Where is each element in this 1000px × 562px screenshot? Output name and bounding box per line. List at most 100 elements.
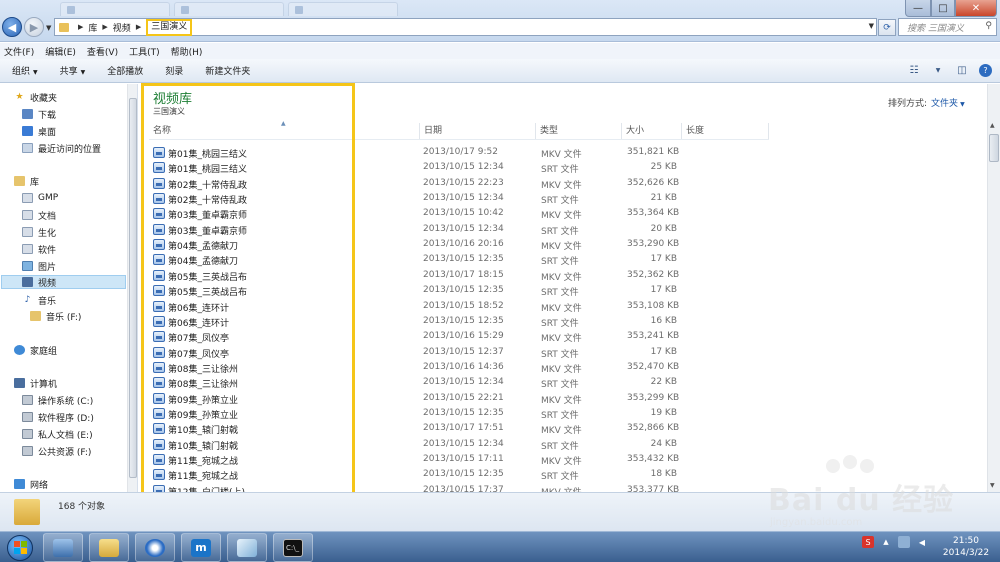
column-header-length[interactable]: 长度 [681, 123, 769, 139]
maximize-button[interactable]: □ [931, 0, 955, 17]
nav-favorites[interactable]: ★ 收藏夹 [14, 90, 57, 104]
file-row[interactable]: 第11集_宛城之战 2013/10/15 17:11 MKV 文件 353,432 K… [139, 453, 989, 468]
back-button[interactable]: ◀ [2, 17, 22, 37]
forward-button[interactable]: ▶ [24, 17, 44, 37]
navigation-scrollbar[interactable] [127, 84, 137, 492]
background-tab[interactable] [60, 2, 170, 16]
nav-recent-places[interactable]: 最近访问的位置 [22, 141, 101, 155]
file-row[interactable]: 第09集_孙策立业 2013/10/15 22:21 MKV 文件 353,299 K… [139, 392, 989, 407]
file-list-scrollbar[interactable]: ▲ ▼ [987, 84, 1000, 492]
address-bar[interactable]: ▶ 库 ▶ 视频 ▶ 三国演义 ▼ [54, 18, 877, 36]
nav-homegroup[interactable]: 家庭组 [14, 343, 57, 357]
network-status-icon[interactable] [898, 536, 910, 548]
file-row[interactable]: 第09集_孙策立业 2013/10/15 12:35 SRT 文件 19 KB [139, 407, 989, 422]
nav-drive-f[interactable]: 公共资源 (F:) [22, 444, 91, 458]
breadcrumb-arrow-icon[interactable]: ▶ [102, 23, 107, 31]
help-icon[interactable]: ? [979, 63, 992, 77]
minimize-button[interactable]: — [905, 0, 931, 17]
menu-file[interactable]: 文件(F) [4, 45, 34, 58]
nav-library-gmp[interactable]: GMP [22, 191, 58, 205]
preview-pane-icon[interactable]: ◫ [955, 63, 969, 77]
nav-drive-c[interactable]: 操作系统 (C:) [22, 393, 93, 407]
nav-library-videos[interactable]: 视频 [1, 275, 126, 289]
file-row[interactable]: 第03集_董卓霸京师 2013/10/15 12:34 SRT 文件 20 KB [139, 223, 989, 238]
nav-computer[interactable]: 计算机 [14, 376, 57, 390]
scroll-up-icon[interactable]: ▲ [990, 122, 995, 129]
file-row[interactable]: 第08集_三让徐州 2013/10/16 14:36 MKV 文件 352,470 K… [139, 361, 989, 376]
nav-drive-e[interactable]: 私人文档 (E:) [22, 427, 93, 441]
nav-downloads[interactable]: 下载 [22, 107, 56, 121]
organize-button[interactable]: 组织 ▼ [12, 64, 38, 77]
nav-drive-d[interactable]: 软件程序 (D:) [22, 410, 94, 424]
background-tab[interactable] [174, 2, 284, 16]
taskbar-app-terminal[interactable]: C:\_ [273, 533, 313, 562]
view-options-icon[interactable]: ☷ [907, 63, 921, 77]
file-row[interactable]: 第07集_凤仪亭 2013/10/15 12:37 SRT 文件 17 KB [139, 346, 989, 361]
column-header-name[interactable]: 名称 [149, 123, 419, 139]
file-row[interactable]: 第10集_辕门射戟 2013/10/15 12:34 SRT 文件 24 KB [139, 438, 989, 453]
chevron-down-icon[interactable]: ▼ [960, 101, 965, 108]
nav-music-drive[interactable]: 音乐 (F:) [30, 309, 81, 323]
file-row[interactable]: 第06集_连环计 2013/10/15 18:52 MKV 文件 353,108 KB [139, 300, 989, 315]
nav-network[interactable]: 网络 [14, 477, 48, 491]
show-hidden-icons[interactable]: ▲ [880, 536, 892, 548]
breadcrumb-video[interactable]: 视频 [113, 21, 131, 34]
file-row[interactable]: 第10集_辕门射戟 2013/10/17 17:51 MKV 文件 352,866 K… [139, 422, 989, 437]
burn-button[interactable]: 刻录 [165, 64, 183, 77]
address-dropdown-icon[interactable]: ▼ [869, 22, 874, 30]
column-header-date[interactable]: 日期 [419, 123, 535, 139]
nav-library-software[interactable]: 软件 [22, 242, 56, 256]
taskbar-app-notepad[interactable] [227, 533, 267, 562]
nav-library-pictures[interactable]: 图片 [22, 259, 56, 273]
taskbar-app-network[interactable] [43, 533, 83, 562]
background-tab[interactable] [288, 2, 398, 16]
volume-icon[interactable]: ◀ [916, 536, 928, 548]
recent-pages-dropdown[interactable]: ▼ [46, 24, 51, 32]
column-header-type[interactable]: 类型 [535, 123, 621, 139]
nav-library-music[interactable]: ♪ 音乐 [22, 293, 56, 307]
share-button[interactable]: 共享 ▼ [60, 64, 86, 77]
file-row[interactable]: 第04集_孟德献刀 2013/10/16 20:16 MKV 文件 353,290 K… [139, 238, 989, 253]
file-row[interactable]: 第05集_三英战吕布 2013/10/17 18:15 MKV 文件 352,362 … [139, 269, 989, 284]
play-all-button[interactable]: 全部播放 [107, 64, 143, 77]
close-button[interactable]: ✕ [955, 0, 997, 17]
refresh-button[interactable]: ⟳ [878, 19, 896, 36]
nav-library-documents[interactable]: 文档 [22, 208, 56, 222]
taskbar-app-maxthon[interactable]: m [181, 533, 221, 562]
scroll-down-icon[interactable]: ▼ [990, 482, 995, 489]
scrollbar-thumb[interactable] [129, 98, 137, 478]
search-input[interactable]: 搜索 三国演义 ⚲ [898, 18, 997, 36]
new-folder-button[interactable]: 新建文件夹 [205, 64, 250, 77]
breadcrumb-library[interactable]: 库 [88, 21, 97, 34]
file-row[interactable]: 第03集_董卓霸京师 2013/10/15 10:42 MKV 文件 353,364 … [139, 207, 989, 222]
clock[interactable]: 21:50 2014/3/22 [940, 535, 992, 559]
chevron-down-icon[interactable]: ▼ [931, 63, 945, 77]
file-row[interactable]: 第02集_十常侍乱政 2013/10/15 12:34 SRT 文件 21 KB [139, 192, 989, 207]
file-row[interactable]: 第05集_三英战吕布 2013/10/15 12:35 SRT 文件 17 KB [139, 284, 989, 299]
breadcrumb-arrow-icon[interactable]: ▶ [78, 23, 83, 31]
file-row[interactable]: 第04集_孟德献刀 2013/10/15 12:35 SRT 文件 17 KB [139, 253, 989, 268]
menu-view[interactable]: 查看(V) [87, 45, 118, 58]
column-header-size[interactable]: 大小 [621, 123, 681, 139]
menu-tools[interactable]: 工具(T) [129, 45, 160, 58]
file-row[interactable]: 第08集_三让徐州 2013/10/15 12:34 SRT 文件 22 KB [139, 376, 989, 391]
file-row[interactable]: 第01集_桃园三结义 2013/10/15 12:34 SRT 文件 25 KB [139, 161, 989, 176]
file-row[interactable]: 第12集_白门楼(上) 2013/10/15 17:37 MKV 文件 353,377… [139, 484, 989, 492]
menu-edit[interactable]: 编辑(E) [45, 45, 76, 58]
arrange-by-dropdown[interactable]: 文件夹 [931, 99, 958, 109]
nav-libraries[interactable]: 库 [14, 174, 39, 188]
menu-help[interactable]: 帮助(H) [171, 45, 203, 58]
nav-library-biochem[interactable]: 生化 [22, 225, 56, 239]
breadcrumb-arrow-icon[interactable]: ▶ [136, 23, 141, 31]
breadcrumb-current[interactable]: 三国演义 [146, 18, 193, 36]
taskbar-app-player[interactable] [135, 533, 175, 562]
file-row[interactable]: 第02集_十常侍乱政 2013/10/15 22:23 MKV 文件 352,626 … [139, 177, 989, 192]
nav-desktop[interactable]: 桌面 [22, 124, 56, 138]
file-row[interactable]: 第11集_宛城之战 2013/10/15 12:35 SRT 文件 18 KB [139, 468, 989, 483]
input-method-icon[interactable]: S [862, 536, 874, 548]
taskbar-app-explorer[interactable] [89, 533, 129, 562]
file-row[interactable]: 第06集_连环计 2013/10/15 12:35 SRT 文件 16 KB [139, 315, 989, 330]
start-button[interactable] [2, 532, 38, 562]
scrollbar-thumb[interactable] [989, 134, 999, 162]
file-row[interactable]: 第07集_凤仪亭 2013/10/16 15:29 MKV 文件 353,241 KB [139, 330, 989, 345]
